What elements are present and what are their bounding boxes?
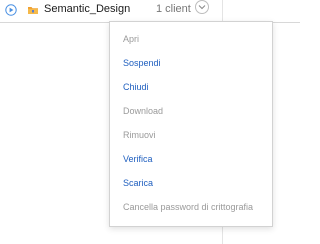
page: Semantic_Design 1 client Apri Sospendi C…: [0, 0, 300, 244]
row-title: Semantic_Design: [44, 3, 131, 15]
chevron-down-icon: [198, 5, 206, 10]
menu-item-sospendi[interactable]: Sospendi: [123, 57, 161, 69]
menu-item-verifica[interactable]: Verifica: [123, 153, 153, 165]
menu-item-download: Download: [123, 106, 164, 116]
folder-icon: [27, 3, 39, 15]
play-circle-icon[interactable]: [5, 3, 17, 16]
table-row[interactable]: Semantic_Design 1 client: [0, 0, 222, 23]
menu-toggle-button[interactable]: [195, 0, 209, 14]
menu-item-cancella-password: Cancella password di crittografia: [123, 202, 254, 212]
menu-item-apri: Apri: [123, 34, 140, 44]
menu-item-rimuovi: Rimuovi: [123, 130, 156, 140]
menu-item-chiudi[interactable]: Chiudi: [123, 81, 149, 93]
context-menu: Apri Sospendi Chiudi Download Rimuovi Ve…: [109, 21, 273, 227]
client-count: 1 client: [156, 3, 191, 15]
menu-item-scarica[interactable]: Scarica: [123, 177, 153, 189]
adjacent-row: [243, 0, 300, 23]
